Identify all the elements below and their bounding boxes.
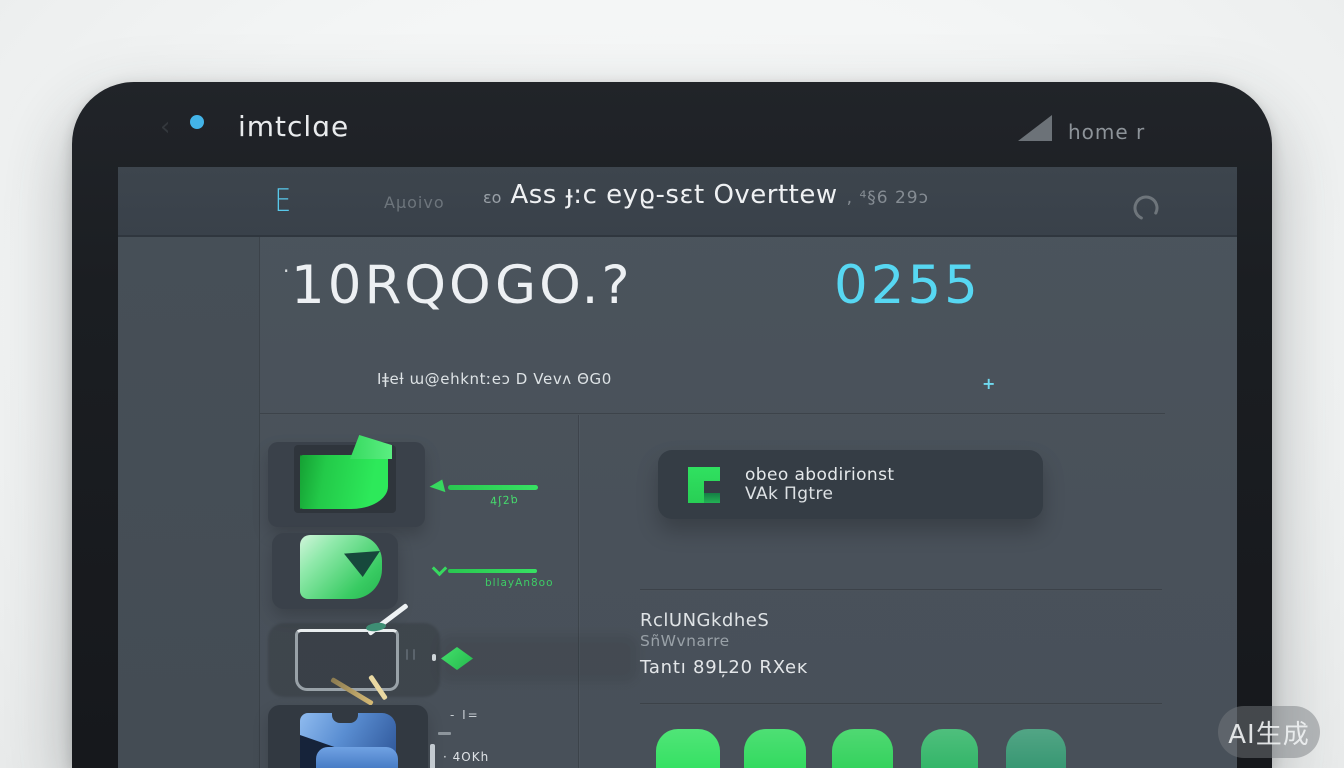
page-title: ɛo Ass ɟ:ϲ eyϱ-sɛt Overttew , ⁴§6 29ɔ bbox=[483, 180, 929, 210]
green-folder-icon-1[interactable] bbox=[294, 445, 396, 513]
tick-line bbox=[406, 649, 408, 660]
folder-tab-notch bbox=[332, 711, 358, 723]
stats-caption: Iǂeƚ ɯ@ehkntːeɔ D Vevʌ ΘG0 bbox=[377, 370, 612, 388]
header-bar: E Aμoivo ɛo Ass ɟ:ϲ eyϱ-sɛt Overttew , ⁴… bbox=[118, 167, 1237, 237]
progress-label-2: bllayAn8oo bbox=[485, 577, 554, 589]
folder-body bbox=[300, 455, 388, 509]
progress-arrow-icon-1 bbox=[429, 479, 446, 495]
stat-value-2: GO.? bbox=[495, 255, 633, 316]
tick-line bbox=[413, 649, 415, 660]
divider bbox=[640, 589, 1162, 591]
folder-tab bbox=[350, 435, 392, 459]
ai-watermark-badge: AI生成 bbox=[1218, 706, 1320, 758]
info-card[interactable]: obeo abodirionst VAk Пgtre bbox=[658, 450, 1043, 519]
green-pill-2[interactable] bbox=[744, 729, 806, 768]
menu-icon[interactable]: E bbox=[274, 183, 291, 219]
row-4-vertical-bar bbox=[430, 744, 435, 768]
status-label: home r bbox=[1068, 120, 1145, 144]
stat-value-3: 0255 bbox=[834, 255, 981, 316]
progress-bar-2[interactable] bbox=[448, 569, 537, 573]
green-pill-5[interactable] bbox=[1006, 729, 1066, 768]
left-sidebar bbox=[118, 237, 260, 768]
info-card-text: obeo abodirionst VAk Пgtre bbox=[745, 466, 894, 504]
page-title-suffix: , ⁴§6 29ɔ bbox=[847, 188, 929, 208]
stat-value-1: 10RQO bbox=[291, 255, 494, 316]
progress-bar-1[interactable] bbox=[448, 485, 538, 490]
row-4-label-bottom: · 4OKh bbox=[443, 750, 489, 764]
tick-marks bbox=[406, 649, 415, 660]
row-4-label-top: - I= bbox=[450, 708, 480, 722]
app-logo-text: imtclɑe bbox=[238, 110, 349, 143]
chevron-down-icon bbox=[432, 561, 448, 577]
details-line-1: RclUNGkdheS bbox=[640, 610, 769, 631]
signal-triangle-icon bbox=[1018, 115, 1052, 141]
outline-box-icon[interactable] bbox=[295, 629, 399, 691]
vertical-divider bbox=[578, 415, 579, 768]
page-title-main: Ass ɟ:ϲ eyϱ-sɛt Overttew bbox=[510, 180, 837, 210]
blue-folder-icon[interactable] bbox=[300, 711, 402, 768]
divider bbox=[640, 703, 1162, 705]
green-pill-4[interactable] bbox=[921, 729, 978, 768]
green-app-logo-icon bbox=[688, 467, 720, 503]
page-title-prefix: ɛo bbox=[483, 188, 501, 207]
add-icon[interactable]: + bbox=[982, 374, 995, 393]
nav-label[interactable]: Aμoivo bbox=[384, 193, 445, 212]
small-dot bbox=[432, 654, 436, 661]
stat-tick-mark: · bbox=[283, 259, 289, 283]
progress-label-1: 4ʃ2b bbox=[489, 493, 519, 508]
info-card-line-2: VAk Пgtre bbox=[745, 485, 894, 504]
folder-front-flap bbox=[316, 747, 398, 768]
details-line-3: Tantı 89Ļ20 RXeĸ bbox=[640, 657, 808, 678]
device-top-bar: ‹ imtclɑe home r bbox=[72, 82, 1272, 167]
divider bbox=[260, 413, 1165, 415]
green-folder-icon-2[interactable] bbox=[300, 535, 382, 599]
search-ring-icon[interactable] bbox=[1131, 193, 1161, 223]
row-4-dash bbox=[438, 732, 451, 735]
app-logo-ring-icon bbox=[190, 115, 204, 129]
screen: E Aμoivo ɛo Ass ɟ:ϲ eyϱ-sɛt Overttew , ⁴… bbox=[118, 167, 1237, 768]
folder-corner-triangle bbox=[344, 551, 380, 577]
info-card-line-1: obeo abodirionst bbox=[745, 466, 894, 485]
green-pill-1[interactable] bbox=[656, 729, 720, 768]
details-line-2: SñWvnarre bbox=[640, 632, 730, 650]
back-chevron-icon[interactable]: ‹ bbox=[160, 112, 170, 142]
green-pill-3[interactable] bbox=[832, 729, 893, 768]
